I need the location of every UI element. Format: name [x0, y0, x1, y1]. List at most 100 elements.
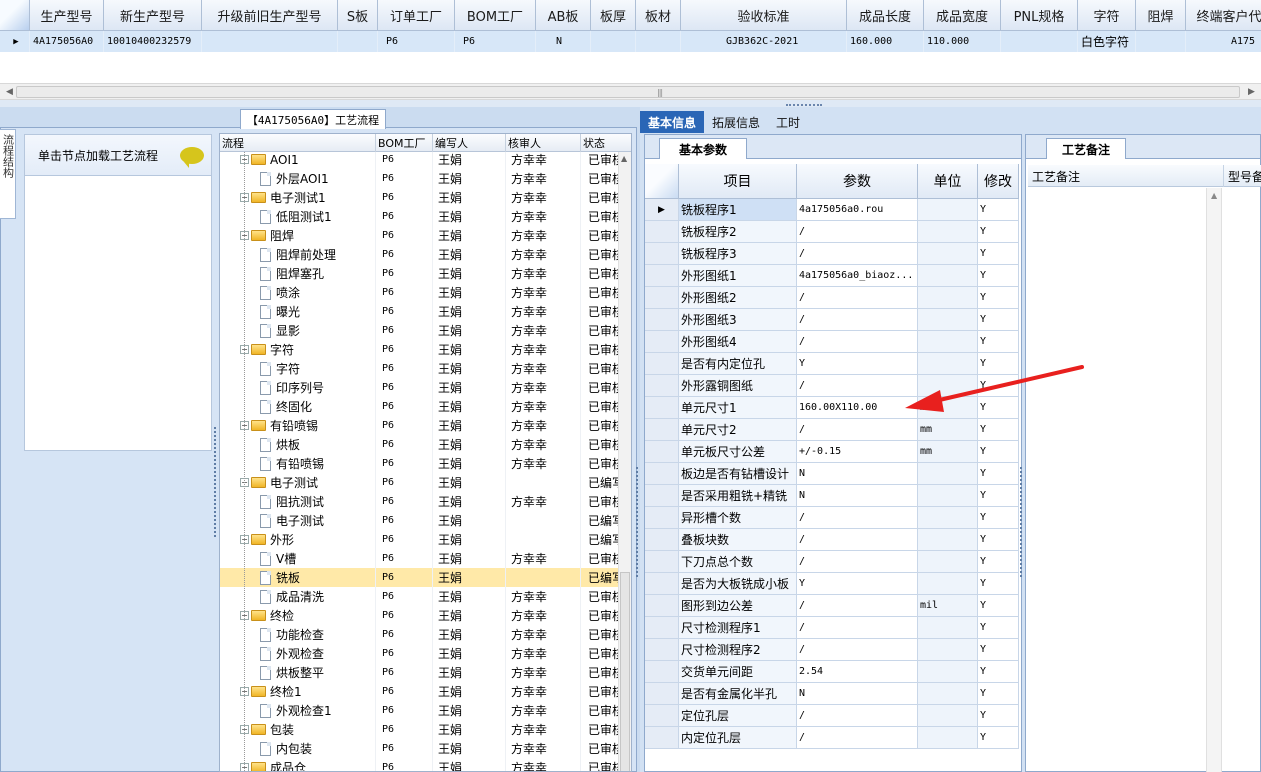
tree-group-row[interactable]: −包装P6王娟方幸幸已审核: [220, 720, 620, 739]
tree-step-row[interactable]: 铣板 P6王娟 已编写: [220, 568, 620, 587]
row-selector[interactable]: [645, 485, 679, 507]
param-row[interactable]: 单元尺寸1 160.00X110.00 mm Y: [645, 397, 1019, 419]
param-value[interactable]: /: [797, 595, 918, 617]
tree-group-row[interactable]: −电子测试1P6王娟方幸幸已审核: [220, 188, 620, 207]
grid-cell[interactable]: 160.000: [847, 31, 924, 52]
param-row[interactable]: 图形到边公差 / mil Y: [645, 595, 1019, 617]
notes-column-header[interactable]: 型号备: [1224, 165, 1261, 187]
tree-group-row[interactable]: −成品仓P6王娟方幸幸已审核: [220, 758, 620, 771]
column-header[interactable]: 阻焊: [1136, 0, 1186, 31]
param-modify[interactable]: Y: [978, 705, 1019, 727]
param-modify[interactable]: Y: [978, 353, 1019, 375]
param-row[interactable]: ▶ 铣板程序1 4a175056a0.rou Y: [645, 199, 1019, 221]
param-unit[interactable]: [918, 221, 978, 243]
param-unit[interactable]: [918, 617, 978, 639]
vertical-splitter-grip-icon[interactable]: [1020, 467, 1024, 577]
tree-column-header[interactable]: 核审人: [506, 134, 581, 152]
tree-column-header[interactable]: 状态: [581, 134, 631, 152]
grid-cell[interactable]: 10010400232579: [104, 31, 202, 52]
param-value[interactable]: 4a175056a0.rou: [797, 199, 918, 221]
horizontal-scrollbar[interactable]: ◀ ||| ▶: [0, 83, 1261, 100]
param-value[interactable]: Y: [797, 573, 918, 595]
grid-cell[interactable]: 4A175056A0: [30, 31, 104, 52]
param-row[interactable]: 是否有金属化半孔 N Y: [645, 683, 1019, 705]
vertical-splitter-grip-icon[interactable]: [214, 427, 218, 537]
param-row[interactable]: 下刀点总个数 / Y: [645, 551, 1019, 573]
param-value[interactable]: /: [797, 617, 918, 639]
tree-step-row[interactable]: 电子测试 P6王娟 已编写: [220, 511, 620, 530]
param-row[interactable]: 外形图纸4/ Y: [645, 331, 1019, 353]
tree-group-row[interactable]: −AOI1P6王娟方幸幸已审核: [220, 152, 620, 169]
param-modify[interactable]: Y: [978, 419, 1019, 441]
column-header[interactable]: 板材: [636, 0, 681, 31]
param-modify[interactable]: Y: [978, 485, 1019, 507]
tree-group-row[interactable]: −终检1P6王娟方幸幸已审核: [220, 682, 620, 701]
column-header[interactable]: 板厚: [591, 0, 636, 31]
param-modify[interactable]: Y: [978, 375, 1019, 397]
param-unit[interactable]: [918, 243, 978, 265]
param-row[interactable]: 异形槽个数 / Y: [645, 507, 1019, 529]
tree-column-header[interactable]: BOM工厂: [376, 134, 433, 152]
row-selector[interactable]: [645, 397, 679, 419]
grid-cell[interactable]: A175: [1186, 31, 1261, 52]
param-modify[interactable]: Y: [978, 397, 1019, 419]
param-row[interactable]: 交货单元间距 2.54 Y: [645, 661, 1019, 683]
param-unit[interactable]: [918, 727, 978, 749]
param-row[interactable]: 尺寸检测程序2/ Y: [645, 639, 1019, 661]
param-modify[interactable]: Y: [978, 331, 1019, 353]
column-header[interactable]: BOM工厂: [455, 0, 536, 31]
scroll-left-icon[interactable]: ◀: [2, 85, 17, 99]
tree-step-row[interactable]: 阻焊前处理 P6王娟方幸幸已审核: [220, 245, 620, 264]
tree-group-row[interactable]: −有铅喷锡P6王娟方幸幸已审核: [220, 416, 620, 435]
tree-step-row[interactable]: 印序列号 P6王娟方幸幸已审核: [220, 378, 620, 397]
tree-step-row[interactable]: 低阻测试1 P6王娟方幸幸已审核: [220, 207, 620, 226]
param-unit[interactable]: [918, 287, 978, 309]
param-value[interactable]: /: [797, 375, 918, 397]
column-header[interactable]: S板: [338, 0, 378, 31]
tree-step-row[interactable]: 字符 P6王娟方幸幸已审核: [220, 359, 620, 378]
param-unit[interactable]: [918, 551, 978, 573]
row-selector[interactable]: [645, 551, 679, 573]
param-value[interactable]: 4a175056a0_biaoz...: [797, 265, 918, 287]
param-row[interactable]: 是否为大板铣成小板 Y Y: [645, 573, 1019, 595]
tab-basic-params[interactable]: 基本参数: [659, 138, 747, 159]
param-unit[interactable]: [918, 265, 978, 287]
tree-step-row[interactable]: 终固化 P6王娟方幸幸已审核: [220, 397, 620, 416]
tree-vertical-scrollbar[interactable]: ▲: [618, 152, 631, 771]
param-value[interactable]: /: [797, 419, 918, 441]
param-value[interactable]: /: [797, 331, 918, 353]
row-selector[interactable]: [645, 287, 679, 309]
column-header[interactable]: 订单工厂: [378, 0, 455, 31]
param-unit[interactable]: [918, 353, 978, 375]
grid-cell[interactable]: [202, 31, 338, 52]
column-header[interactable]: 字符: [1078, 0, 1136, 31]
tab-basic-info[interactable]: 基本信息: [640, 111, 705, 133]
param-unit[interactable]: [918, 331, 978, 353]
param-row[interactable]: 尺寸检测程序1/ Y: [645, 617, 1019, 639]
param-value[interactable]: /: [797, 727, 918, 749]
param-unit[interactable]: [918, 573, 978, 595]
row-selector[interactable]: [645, 683, 679, 705]
param-value[interactable]: /: [797, 551, 918, 573]
row-selector[interactable]: [645, 595, 679, 617]
param-row[interactable]: 单元尺寸2/mm Y: [645, 419, 1019, 441]
row-selector[interactable]: [645, 727, 679, 749]
column-header[interactable]: 成品长度: [847, 0, 924, 31]
param-value[interactable]: N: [797, 683, 918, 705]
tree-step-row[interactable]: 功能检查 P6王娟方幸幸已审核: [220, 625, 620, 644]
param-unit[interactable]: mm: [918, 397, 978, 419]
column-header[interactable]: 生产型号: [30, 0, 104, 31]
tree-step-row[interactable]: 显影 P6王娟方幸幸已审核: [220, 321, 620, 340]
param-value[interactable]: /: [797, 287, 918, 309]
row-selector[interactable]: [645, 309, 679, 331]
tree-step-row[interactable]: 内包装 P6王娟方幸幸已审核: [220, 739, 620, 758]
column-header[interactable]: 升级前旧生产型号: [202, 0, 338, 31]
param-modify[interactable]: Y: [978, 463, 1019, 485]
row-selector[interactable]: [645, 529, 679, 551]
tree-column-header[interactable]: 流程: [220, 134, 376, 152]
vertical-splitter-grip-icon[interactable]: [636, 467, 640, 577]
param-value[interactable]: Y: [797, 353, 918, 375]
grid-cell[interactable]: GJB362C-2021: [681, 31, 847, 52]
scroll-up-icon[interactable]: ▲: [621, 154, 627, 163]
param-row[interactable]: 铣板程序3/ Y: [645, 243, 1019, 265]
